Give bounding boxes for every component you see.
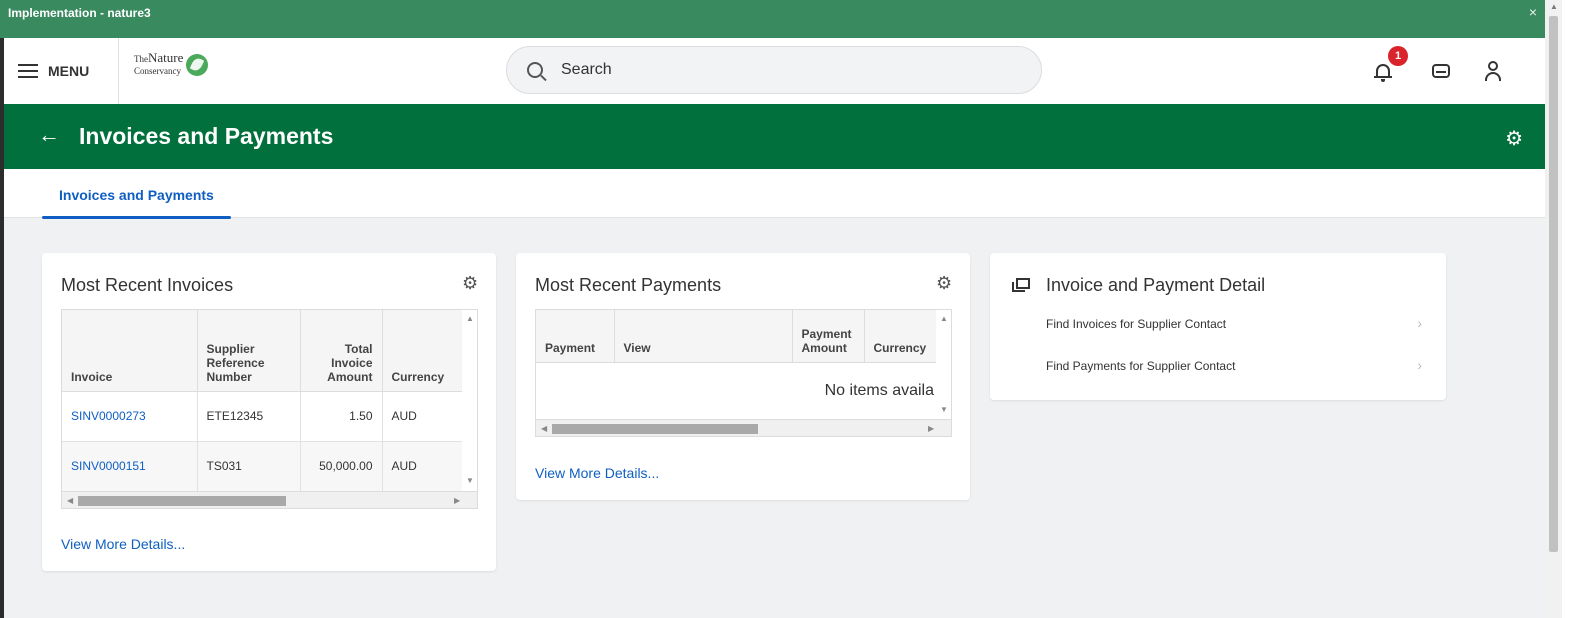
chevron-right-icon: ›: [1417, 315, 1422, 331]
search-bar[interactable]: [506, 46, 1042, 94]
payments-view-more-link[interactable]: View More Details...: [535, 465, 659, 481]
column-header-invoice[interactable]: Invoice: [62, 310, 198, 392]
page-header: ← Invoices and Payments ⚙: [4, 104, 1545, 169]
active-tab-indicator: [42, 216, 231, 219]
column-header-currency[interactable]: Currency: [382, 310, 464, 392]
currency-cell: AUD: [382, 391, 464, 442]
chevron-right-icon: ›: [1417, 357, 1422, 373]
table-row: SINV0000151 TS031 50,000.00 AUD: [62, 441, 464, 492]
menu-label: MENU: [48, 63, 90, 79]
screen-edge: [1562, 0, 1582, 618]
invoice-link[interactable]: SINV0000273: [71, 409, 146, 423]
payments-horizontal-scrollbar[interactable]: ◀ ▶: [536, 419, 951, 436]
amount-cell: 50,000.00: [300, 441, 383, 492]
scrollbar-thumb[interactable]: [1549, 16, 1558, 552]
invoices-settings-gear-icon[interactable]: ⚙: [462, 273, 478, 294]
search-icon: [527, 62, 543, 78]
page-title: Invoices and Payments: [79, 123, 334, 149]
invoices-grid: Invoice Supplier Reference Number Total …: [61, 309, 478, 509]
tab-bar: Invoices and Payments: [4, 169, 1545, 219]
invoices-card: Most Recent Invoices ⚙ Invoice Supplier …: [42, 253, 496, 571]
column-header-view[interactable]: View: [614, 310, 793, 363]
column-header-currency[interactable]: Currency: [864, 310, 945, 363]
column-header-supplier-reference[interactable]: Supplier Reference Number: [197, 310, 301, 392]
invoices-horizontal-scrollbar[interactable]: ◀ ▶: [62, 491, 477, 508]
app-header: MENU TheNature Conservancy 1: [4, 38, 1545, 104]
payments-card-title: Most Recent Payments: [535, 275, 722, 295]
payments-settings-gear-icon[interactable]: ⚙: [936, 273, 952, 294]
supplier-ref-cell: ETE12345: [197, 391, 301, 442]
invoices-vertical-scrollbar[interactable]: ▲ ▼: [462, 310, 477, 491]
leaf-logo-icon: [186, 53, 209, 76]
window-title: Implementation - nature3: [8, 6, 151, 20]
invoices-view-more-link[interactable]: View More Details...: [61, 536, 185, 552]
inbox-icon[interactable]: [1428, 58, 1454, 84]
header-divider: [118, 38, 119, 104]
menu-button[interactable]: MENU: [18, 58, 89, 84]
search-input[interactable]: [561, 61, 981, 79]
column-header-payment-amount[interactable]: Payment Amount: [792, 310, 865, 363]
supplier-ref-cell: TS031: [197, 441, 301, 492]
profile-icon[interactable]: [1480, 58, 1506, 84]
notification-count-badge: 1: [1388, 46, 1408, 66]
back-arrow-icon[interactable]: ←: [38, 122, 60, 148]
empty-state-message: No items availa: [824, 382, 934, 399]
page-vertical-scrollbar[interactable]: ▲: [1545, 0, 1562, 618]
window-title-bar: Implementation - nature3 ×: [0, 0, 1545, 38]
hamburger-icon: [18, 64, 38, 78]
invoice-link[interactable]: SINV0000151: [71, 459, 146, 473]
column-header-payment[interactable]: Payment: [536, 310, 615, 363]
payments-grid: Payment View Payment Amount Currency No …: [535, 309, 952, 437]
company-logo[interactable]: TheNature Conservancy: [134, 51, 209, 77]
detail-card-title: Invoice and Payment Detail: [1046, 275, 1266, 295]
multiple-windows-icon: [1012, 278, 1030, 292]
table-row: SINV0000273 ETE12345 1.50 AUD: [62, 391, 464, 442]
invoices-card-title: Most Recent Invoices: [61, 275, 234, 295]
currency-cell: AUD: [382, 441, 464, 492]
list-item[interactable]: Find Invoices for Supplier Contact ›: [990, 309, 1446, 339]
column-header-total-invoice-amount[interactable]: Total Invoice Amount: [300, 310, 383, 392]
scrollbar-thumb[interactable]: [552, 424, 758, 434]
find-payments-link[interactable]: Find Payments for Supplier Contact: [1046, 359, 1235, 373]
find-invoices-link[interactable]: Find Invoices for Supplier Contact: [1046, 317, 1226, 331]
tab-invoices-and-payments[interactable]: Invoices and Payments: [42, 169, 231, 219]
payments-vertical-scrollbar[interactable]: ▲ ▼: [936, 310, 951, 419]
payments-card: Most Recent Payments ⚙ Payment View Paym…: [516, 253, 970, 500]
page-settings-gear-icon[interactable]: ⚙: [1505, 126, 1523, 151]
list-item[interactable]: Find Payments for Supplier Contact ›: [990, 351, 1446, 381]
close-icon[interactable]: ×: [1529, 4, 1537, 20]
amount-cell: 1.50: [300, 391, 383, 442]
scrollbar-thumb[interactable]: [78, 496, 286, 506]
detail-card: Invoice and Payment Detail Find Invoices…: [990, 253, 1446, 400]
